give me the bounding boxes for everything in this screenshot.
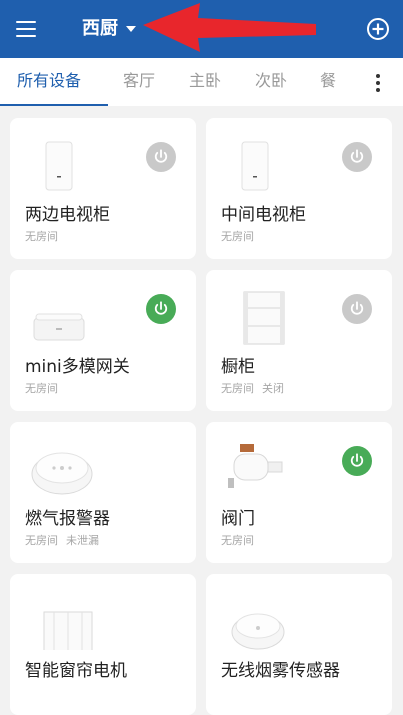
device-name: 中间电视柜: [221, 205, 306, 225]
device-status: 关闭: [262, 382, 284, 395]
device-card[interactable]: 智能窗帘电机: [10, 574, 196, 715]
device-room: 无房间: [221, 534, 254, 547]
device-room: 无房间: [25, 534, 58, 547]
power-button[interactable]: [146, 142, 176, 172]
tab-all-devices[interactable]: 所有设备: [17, 58, 81, 104]
power-button[interactable]: [146, 294, 176, 324]
curtain-switch-icon: [243, 291, 285, 345]
power-icon: [350, 301, 364, 315]
page-title: 西厨: [82, 18, 118, 39]
device-card[interactable]: 橱柜 无房间 关闭: [206, 270, 392, 411]
device-meta: 无房间 关闭: [221, 380, 284, 396]
power-button[interactable]: [342, 446, 372, 476]
device-room: 无房间: [25, 382, 58, 395]
device-room: 无房间: [25, 230, 58, 243]
device-name: 两边电视柜: [25, 205, 110, 225]
device-status: 未泄漏: [66, 534, 99, 547]
gateway-icon: [33, 313, 85, 341]
app-header: 西厨: [0, 0, 403, 58]
device-meta: 无房间: [221, 532, 254, 548]
red-arrow-annotation: [143, 3, 316, 52]
gas-detector-icon: [31, 452, 93, 495]
device-name: 燃气报警器: [25, 509, 110, 529]
wall-panel-icon: [241, 141, 269, 191]
tab-master-bedroom[interactable]: 主卧: [189, 58, 221, 104]
device-meta: 无房间 未泄漏: [25, 532, 99, 548]
device-meta: 无房间: [25, 380, 58, 396]
device-name: mini多模网关: [25, 357, 130, 377]
curtain-motor-icon: [43, 611, 93, 650]
device-name: 阀门: [221, 509, 255, 529]
add-circle-icon[interactable]: [366, 17, 390, 41]
caret-down-icon: [126, 26, 136, 32]
device-card[interactable]: 无线烟雾传感器: [206, 574, 392, 715]
menu-icon[interactable]: [14, 17, 40, 41]
device-room: 无房间: [221, 230, 254, 243]
power-button[interactable]: [342, 142, 372, 172]
power-icon: [350, 453, 364, 467]
power-icon: [350, 149, 364, 163]
tab-dining[interactable]: 餐: [320, 58, 336, 104]
tab-active-indicator: [0, 104, 108, 106]
device-room: 无房间: [221, 382, 254, 395]
tab-second-bedroom[interactable]: 次卧: [255, 58, 287, 104]
power-icon: [154, 301, 168, 315]
device-meta: 无房间: [25, 228, 58, 244]
power-button[interactable]: [342, 294, 372, 324]
device-card[interactable]: 阀门 无房间: [206, 422, 392, 563]
wall-panel-icon: [45, 141, 73, 191]
device-name: 橱柜: [221, 357, 255, 377]
valve-icon: [228, 444, 283, 488]
device-name: 无线烟雾传感器: [221, 661, 340, 681]
power-icon: [154, 149, 168, 163]
home-selector[interactable]: 西厨: [82, 17, 136, 41]
room-tabs: 所有设备 客厅 主卧 次卧 餐: [0, 58, 403, 106]
device-card[interactable]: 中间电视柜 无房间: [206, 118, 392, 259]
tab-living-room[interactable]: 客厅: [123, 58, 155, 104]
smoke-sensor-icon: [231, 613, 285, 650]
device-card[interactable]: mini多模网关 无房间: [10, 270, 196, 411]
more-options-icon[interactable]: [372, 72, 384, 94]
device-card[interactable]: 燃气报警器 无房间 未泄漏: [10, 422, 196, 563]
device-card[interactable]: 两边电视柜 无房间: [10, 118, 196, 259]
device-meta: 无房间: [221, 228, 254, 244]
device-name: 智能窗帘电机: [25, 661, 127, 681]
